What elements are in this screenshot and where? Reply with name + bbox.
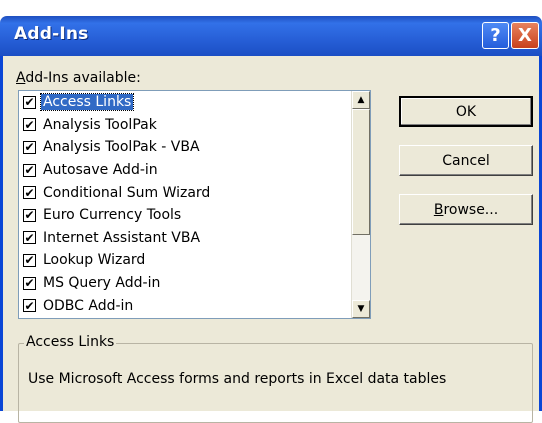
title-bar: Add-Ins ? X (0, 16, 542, 56)
list-item-label: Analysis ToolPak (43, 116, 157, 133)
list-item[interactable]: ✔ ODBC Add-in (19, 294, 352, 317)
list-item[interactable]: ✔ Conditional Sum Wizard (19, 181, 352, 204)
vertical-scrollbar[interactable]: ▲ ▼ (351, 91, 370, 318)
list-items: ✔ Access Links ✔ Analysis ToolPak ✔ Analysis … (19, 91, 352, 317)
label-text: dd-Ins available: (25, 70, 141, 86)
list-item[interactable]: ✔ Autosave Add-in (19, 159, 352, 182)
scroll-down-button[interactable]: ▼ (352, 300, 370, 318)
list-item[interactable]: ✔ Access Links (19, 91, 352, 114)
list-item[interactable]: ✔ Analysis ToolPak - VBA (19, 136, 352, 159)
close-icon: X (518, 25, 532, 46)
list-item-label: Internet Assistant VBA (43, 229, 201, 246)
list-item-label: Lookup Wizard (43, 252, 146, 269)
list-item-label: ODBC Add-in (43, 297, 134, 314)
access-key: B (433, 201, 444, 218)
arrow-up-icon: ▲ (357, 95, 365, 105)
cancel-button[interactable]: Cancel (399, 145, 533, 176)
checkbox[interactable]: ✔ (23, 186, 36, 200)
list-item[interactable]: ✔ Euro Currency Tools (19, 204, 352, 227)
checkbox[interactable]: ✔ (23, 231, 36, 245)
list-item-label: Autosave Add-in (43, 162, 158, 179)
description-groupbox: Access Links Use Microsoft Access forms … (18, 334, 533, 423)
checkbox[interactable]: ✔ (23, 118, 36, 132)
browse-button[interactable]: Browse... (399, 194, 533, 225)
checkbox[interactable]: ✔ (23, 253, 36, 267)
description-text: Use Microsoft Access forms and reports i… (28, 371, 447, 387)
checkbox[interactable]: ✔ (23, 276, 36, 290)
checkbox[interactable]: ✔ (23, 140, 36, 154)
checkbox[interactable]: ✔ (23, 299, 36, 313)
list-item-label: Conditional Sum Wizard (43, 184, 211, 201)
dialog-body: Add-Ins available: ✔ Access Links ✔ Analysi… (0, 56, 542, 423)
description-title: Access Links (24, 334, 117, 350)
scroll-up-button[interactable]: ▲ (352, 91, 370, 109)
list-item[interactable]: ✔ Analysis ToolPak (19, 114, 352, 137)
checkbox[interactable]: ✔ (23, 95, 36, 109)
checkbox[interactable]: ✔ (23, 163, 36, 177)
ok-button[interactable]: OK (399, 96, 533, 127)
button-text: rowse... (443, 201, 499, 218)
list-item[interactable]: ✔ Lookup Wizard (19, 249, 352, 272)
access-key: A (16, 70, 26, 86)
list-item-label: Euro Currency Tools (43, 207, 182, 224)
help-icon: ? (490, 25, 501, 46)
window-title: Add-Ins (14, 24, 89, 44)
list-item[interactable]: ✔ Internet Assistant VBA (19, 227, 352, 250)
list-item-label: Access Links (39, 93, 135, 112)
scroll-thumb[interactable] (352, 109, 370, 235)
add-ins-available-label: Add-Ins available: (16, 70, 141, 86)
list-item-label: Analysis ToolPak - VBA (43, 139, 200, 156)
add-ins-listbox[interactable]: ✔ Access Links ✔ Analysis ToolPak ✔ Analysis … (18, 90, 371, 319)
help-button[interactable]: ? (482, 22, 509, 49)
checkbox[interactable]: ✔ (23, 208, 36, 222)
arrow-down-icon: ▼ (357, 304, 365, 314)
list-item-label: MS Query Add-in (43, 275, 161, 292)
list-item[interactable]: ✔ MS Query Add-in (19, 272, 352, 295)
close-button[interactable]: X (511, 22, 539, 49)
